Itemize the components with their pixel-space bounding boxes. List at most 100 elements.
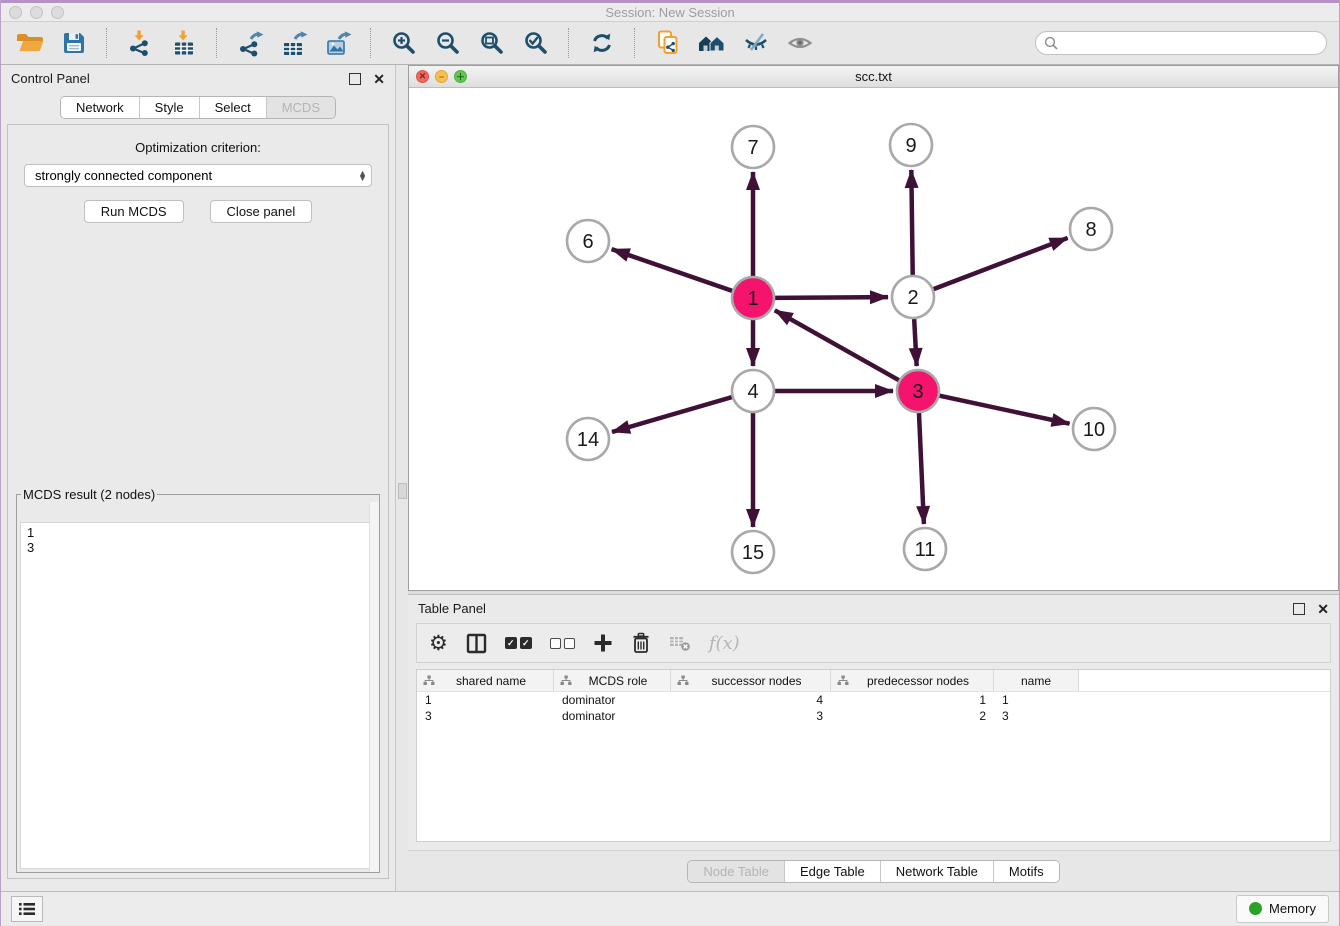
tab-node-table[interactable]: Node Table (688, 861, 784, 882)
control-panel-float-icon[interactable] (349, 73, 361, 85)
home-views-button[interactable] (695, 27, 729, 59)
tab-mcds[interactable]: MCDS (266, 97, 335, 118)
graph-edge-4-14[interactable] (612, 397, 732, 432)
column-header-name[interactable]: name (994, 670, 1079, 691)
graph-node-label: 11 (915, 539, 936, 561)
zoom-in-icon (391, 30, 417, 56)
select-all-button[interactable]: ✓ ✓ (505, 637, 532, 649)
tab-network-table[interactable]: Network Table (880, 861, 993, 882)
result-scrollbar[interactable] (369, 502, 379, 872)
network-window-title: scc.txt (409, 69, 1338, 84)
main-toolbar (1, 22, 1339, 65)
network-maximize-button[interactable]: ＋ (454, 70, 467, 83)
zoom-out-button[interactable] (431, 27, 465, 59)
graph-edge-1-6[interactable] (612, 249, 733, 291)
table-panel-float-icon[interactable] (1293, 603, 1305, 615)
checked-box-icon: ✓ (505, 637, 517, 649)
tab-edge-table[interactable]: Edge Table (784, 861, 880, 882)
cell-mcds-role[interactable]: dominator (554, 709, 671, 723)
import-table-button[interactable] (167, 27, 201, 59)
table-settings-button[interactable]: ⚙ (429, 633, 448, 654)
graph-edge-1-2[interactable] (775, 297, 888, 298)
open-session-button[interactable] (13, 27, 47, 59)
import-network-icon (127, 30, 153, 56)
graph-edge-3-1[interactable] (775, 310, 899, 380)
export-table-icon (281, 30, 308, 57)
export-network-button[interactable] (233, 27, 267, 59)
tab-network[interactable]: Network (61, 97, 139, 118)
save-session-button[interactable] (57, 27, 91, 59)
cell-shared-name[interactable]: 1 (417, 693, 554, 707)
show-all-button[interactable] (783, 27, 817, 59)
table-panel-close-icon[interactable]: ✕ (1317, 602, 1329, 616)
splitter-grip[interactable] (398, 483, 407, 499)
cell-mcds-role[interactable]: dominator (554, 693, 671, 707)
cell-successor-nodes[interactable]: 4 (671, 693, 831, 707)
memory-button[interactable]: Memory (1236, 895, 1329, 923)
search-input[interactable] (1063, 35, 1318, 52)
task-history-button[interactable] (11, 896, 43, 922)
graph-edge-2-3[interactable] (914, 319, 917, 366)
export-table-button[interactable] (277, 27, 311, 59)
zoom-fit-button[interactable] (475, 27, 509, 59)
save-floppy-icon (61, 30, 87, 56)
search-box[interactable] (1035, 31, 1327, 55)
checked-box-icon: ✓ (520, 637, 532, 649)
refresh-button[interactable] (585, 27, 619, 59)
graph-edge-3-10[interactable] (940, 396, 1070, 424)
zoom-in-button[interactable] (387, 27, 421, 59)
import-table-icon (171, 30, 197, 56)
hide-eye-icon (743, 30, 769, 56)
graph-edge-3-11[interactable] (919, 413, 924, 524)
window-title: Session: New Session (1, 5, 1339, 20)
cell-name[interactable]: 1 (994, 693, 1079, 707)
hide-selected-button[interactable] (739, 27, 773, 59)
network-close-button[interactable]: ✕ (416, 70, 429, 83)
column-header-predecessor-nodes[interactable]: predecessor nodes (831, 670, 994, 691)
mcds-result-text[interactable]: 1 3 (20, 522, 376, 869)
select-stepper-icon: ▲▼ (358, 171, 367, 181)
table-header-row: shared name MCDS role successor nodes (417, 670, 1330, 692)
column-header-shared-name[interactable]: shared name (417, 670, 554, 691)
deselect-all-button[interactable] (550, 638, 575, 649)
tab-motifs[interactable]: Motifs (993, 861, 1059, 882)
control-panel: Control Panel ✕ Network Style Select MCD… (1, 65, 395, 891)
first-neighbors-button[interactable] (651, 27, 685, 59)
close-panel-button[interactable]: Close panel (210, 200, 313, 223)
column-header-mcds-role[interactable]: MCDS role (554, 670, 671, 691)
graph-node-label: 14 (577, 429, 599, 451)
add-column-button[interactable] (593, 633, 613, 653)
delete-table-button[interactable] (669, 634, 691, 652)
delete-table-icon (669, 634, 691, 652)
zoom-selected-icon (523, 30, 549, 56)
zoom-selected-button[interactable] (519, 27, 553, 59)
graph-edge-2-8[interactable] (934, 238, 1068, 289)
network-minimize-button[interactable]: − (435, 70, 448, 83)
export-image-button[interactable] (321, 27, 355, 59)
cell-successor-nodes[interactable]: 3 (671, 709, 831, 723)
unchecked-box-icon (564, 638, 575, 649)
delete-column-button[interactable] (631, 632, 651, 654)
graph-edge-2-9[interactable] (911, 170, 912, 275)
tab-select[interactable]: Select (199, 97, 266, 118)
function-builder-button[interactable]: f(x) (709, 633, 740, 654)
cell-shared-name[interactable]: 3 (417, 709, 554, 723)
cell-name[interactable]: 3 (994, 709, 1079, 723)
graph-node-label: 2 (907, 287, 918, 309)
table-row[interactable]: 1 dominator 4 1 1 (417, 692, 1330, 708)
show-columns-button[interactable] (466, 633, 487, 654)
run-mcds-button[interactable]: Run MCDS (84, 200, 184, 223)
toolbar-separator (634, 28, 636, 58)
network-canvas[interactable]: 1234678910111415 (409, 88, 1338, 590)
graph-node-label: 9 (905, 135, 916, 157)
table-row[interactable]: 3 dominator 3 2 3 (417, 708, 1330, 724)
cell-predecessor-nodes[interactable]: 1 (831, 693, 994, 707)
import-network-button[interactable] (123, 27, 157, 59)
tab-style[interactable]: Style (139, 97, 199, 118)
column-header-successor-nodes[interactable]: successor nodes (671, 670, 831, 691)
trash-icon (631, 632, 651, 654)
cell-predecessor-nodes[interactable]: 2 (831, 709, 994, 723)
control-panel-close-icon[interactable]: ✕ (373, 72, 385, 86)
panel-splitter[interactable] (395, 65, 408, 891)
criterion-select[interactable]: strongly connected component ▲▼ (24, 164, 372, 187)
